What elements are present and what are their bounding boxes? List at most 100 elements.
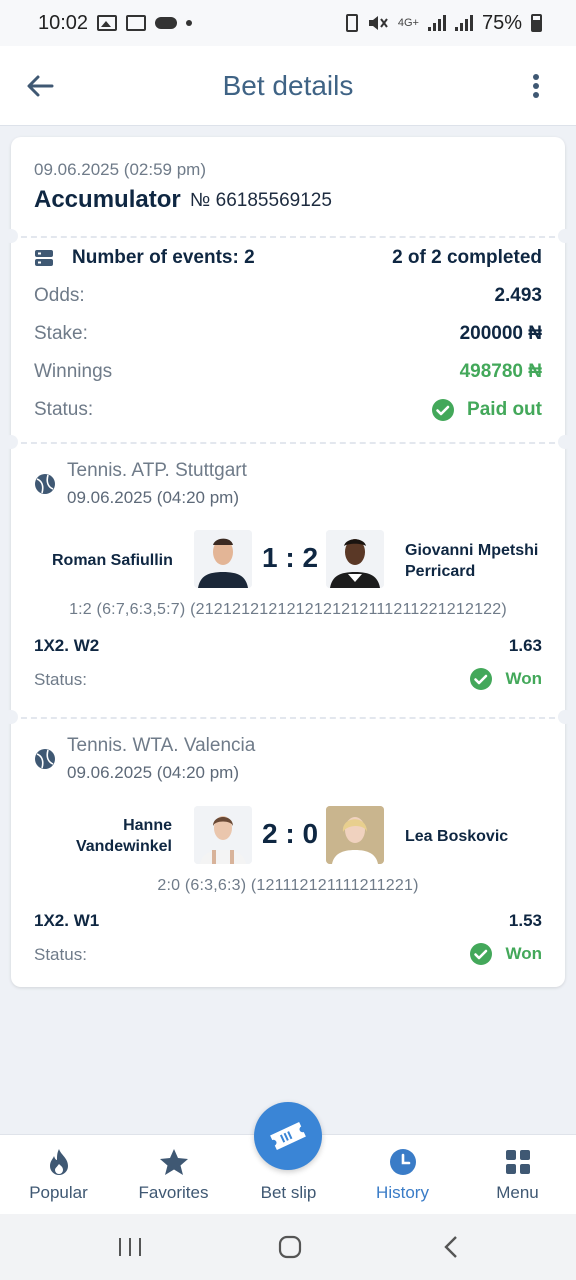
player-home-line2: Vandewinkel xyxy=(75,838,172,855)
star-icon xyxy=(159,1149,188,1175)
home-icon[interactable] xyxy=(275,1234,305,1260)
market-odd: 1.63 xyxy=(508,636,542,655)
stake-row: Stake: 200000 ₦ xyxy=(34,322,542,346)
match-detail: 1:2 (6:7,6:3,5:7) (212121212121212121211… xyxy=(69,601,507,618)
market-name: 1X2. W1 xyxy=(34,911,100,930)
winnings-label: Winnings xyxy=(34,361,113,382)
event-status-label: Status: xyxy=(34,670,87,689)
player-home-line1: Hanne xyxy=(123,817,172,834)
event-status: Won xyxy=(469,942,542,966)
tennis-ball-icon xyxy=(35,749,55,769)
ticket-icon xyxy=(270,1121,306,1151)
event-status-value: Won xyxy=(505,944,542,963)
event-status-value: Won xyxy=(505,669,542,688)
arrow-left-icon xyxy=(27,75,54,97)
event-league: Tennis. ATP. Stuttgart xyxy=(67,460,247,481)
nav-favorites[interactable]: Favorites xyxy=(116,1135,231,1215)
page-title: Bet details xyxy=(222,69,354,101)
notch xyxy=(4,229,18,243)
status-time: 10:02 xyxy=(38,11,89,34)
grid-menu-icon xyxy=(505,1150,530,1174)
battery-percent: 75% xyxy=(481,11,522,34)
notch xyxy=(558,710,572,724)
nav-popular[interactable]: Popular xyxy=(1,1135,116,1215)
status-value: Paid out xyxy=(467,399,542,420)
match-detail: 2:0 (6:3,6:3) (121112121111211221) xyxy=(157,877,419,894)
status-bar: 10:02 4G+ 75% xyxy=(0,0,576,46)
player-home-avatar xyxy=(194,806,252,864)
notification-dot-icon xyxy=(186,20,193,26)
news-icon xyxy=(126,15,147,31)
battery-icon xyxy=(531,14,542,32)
market-odd: 1.53 xyxy=(508,911,542,930)
gallery-icon xyxy=(97,15,118,31)
event-date: 09.06.2025 (04:20 pm) xyxy=(67,488,240,507)
app-bar: Bet details xyxy=(0,46,576,126)
market-name: 1X2. W2 xyxy=(34,636,100,655)
status-row: Status: Paid out xyxy=(34,398,542,422)
notch xyxy=(4,435,18,449)
bet-slip-button[interactable] xyxy=(254,1102,322,1170)
status-label: Status: xyxy=(34,399,94,420)
event-date: 09.06.2025 (04:20 pm) xyxy=(67,763,240,782)
bet-number: № 66185569125 xyxy=(190,190,332,211)
mute-icon xyxy=(368,16,388,30)
nfc-icon xyxy=(345,14,358,32)
player-away: Giovanni Mpetshi Perricard xyxy=(405,540,538,582)
clock-icon xyxy=(389,1149,416,1175)
divider xyxy=(11,442,565,444)
check-circle-icon xyxy=(470,943,493,965)
more-vertical-icon xyxy=(533,74,539,98)
signal-2-icon xyxy=(454,15,473,31)
player-away-avatar xyxy=(326,530,384,588)
check-circle-icon xyxy=(432,399,455,421)
player-away: Lea Boskovic xyxy=(405,828,509,845)
odds-row: Odds: 2.493 xyxy=(34,284,542,308)
odds-value: 2.493 xyxy=(494,285,542,306)
player-away-line1: Giovanni Mpetshi xyxy=(405,542,539,559)
player-home: Hanne Vandewinkel xyxy=(74,815,172,857)
nav-bet-slip-label: Bet slip xyxy=(260,1183,317,1202)
bet-date: 09.06.2025 (02:59 pm) xyxy=(34,160,207,179)
event-status-label: Status: xyxy=(34,945,87,964)
signal-icon xyxy=(427,15,446,31)
notch xyxy=(4,710,18,724)
system-nav-bar xyxy=(0,1214,576,1280)
events-list-icon xyxy=(35,250,53,266)
player-home-avatar xyxy=(194,530,252,588)
player-away-line2: Perricard xyxy=(405,563,476,580)
events-completed: 2 of 2 completed xyxy=(392,247,542,268)
events-row: Number of events: 2 2 of 2 completed xyxy=(34,246,542,270)
back-button[interactable] xyxy=(22,68,58,104)
notch xyxy=(558,435,572,449)
player-away-avatar xyxy=(326,806,384,864)
match-score: 2 : 0 xyxy=(262,818,319,849)
network-type: 4G+ xyxy=(397,17,419,29)
nav-favorites-label: Favorites xyxy=(138,1183,209,1202)
nav-menu-label: Menu xyxy=(496,1183,539,1202)
nav-menu[interactable]: Menu xyxy=(460,1135,575,1215)
back-nav-icon[interactable] xyxy=(436,1234,466,1260)
nav-popular-label: Popular xyxy=(29,1183,88,1202)
winnings-value: 498780 ₦ xyxy=(459,361,542,382)
event-league: Tennis. WTA. Valencia xyxy=(67,735,256,756)
flame-icon xyxy=(49,1149,68,1175)
match-score: 1 : 2 xyxy=(262,542,319,573)
nav-history[interactable]: History xyxy=(345,1135,460,1215)
stake-label: Stake: xyxy=(34,323,88,344)
bet-type: Accumulator xyxy=(34,186,181,213)
divider xyxy=(11,236,565,238)
tennis-ball-icon xyxy=(35,474,55,494)
more-options-button[interactable] xyxy=(518,68,554,104)
events-count: Number of events: 2 xyxy=(72,247,255,268)
winnings-row: Winnings 498780 ₦ xyxy=(34,360,542,384)
notch xyxy=(558,229,572,243)
recent-apps-icon[interactable] xyxy=(115,1234,145,1260)
event-status: Won xyxy=(469,667,542,691)
cloud-icon xyxy=(155,17,178,29)
player-home: Roman Safiullin xyxy=(52,552,173,569)
nav-history-label: History xyxy=(376,1183,429,1202)
odds-label: Odds: xyxy=(34,285,85,306)
divider xyxy=(11,717,565,719)
stake-value: 200000 ₦ xyxy=(459,323,542,344)
